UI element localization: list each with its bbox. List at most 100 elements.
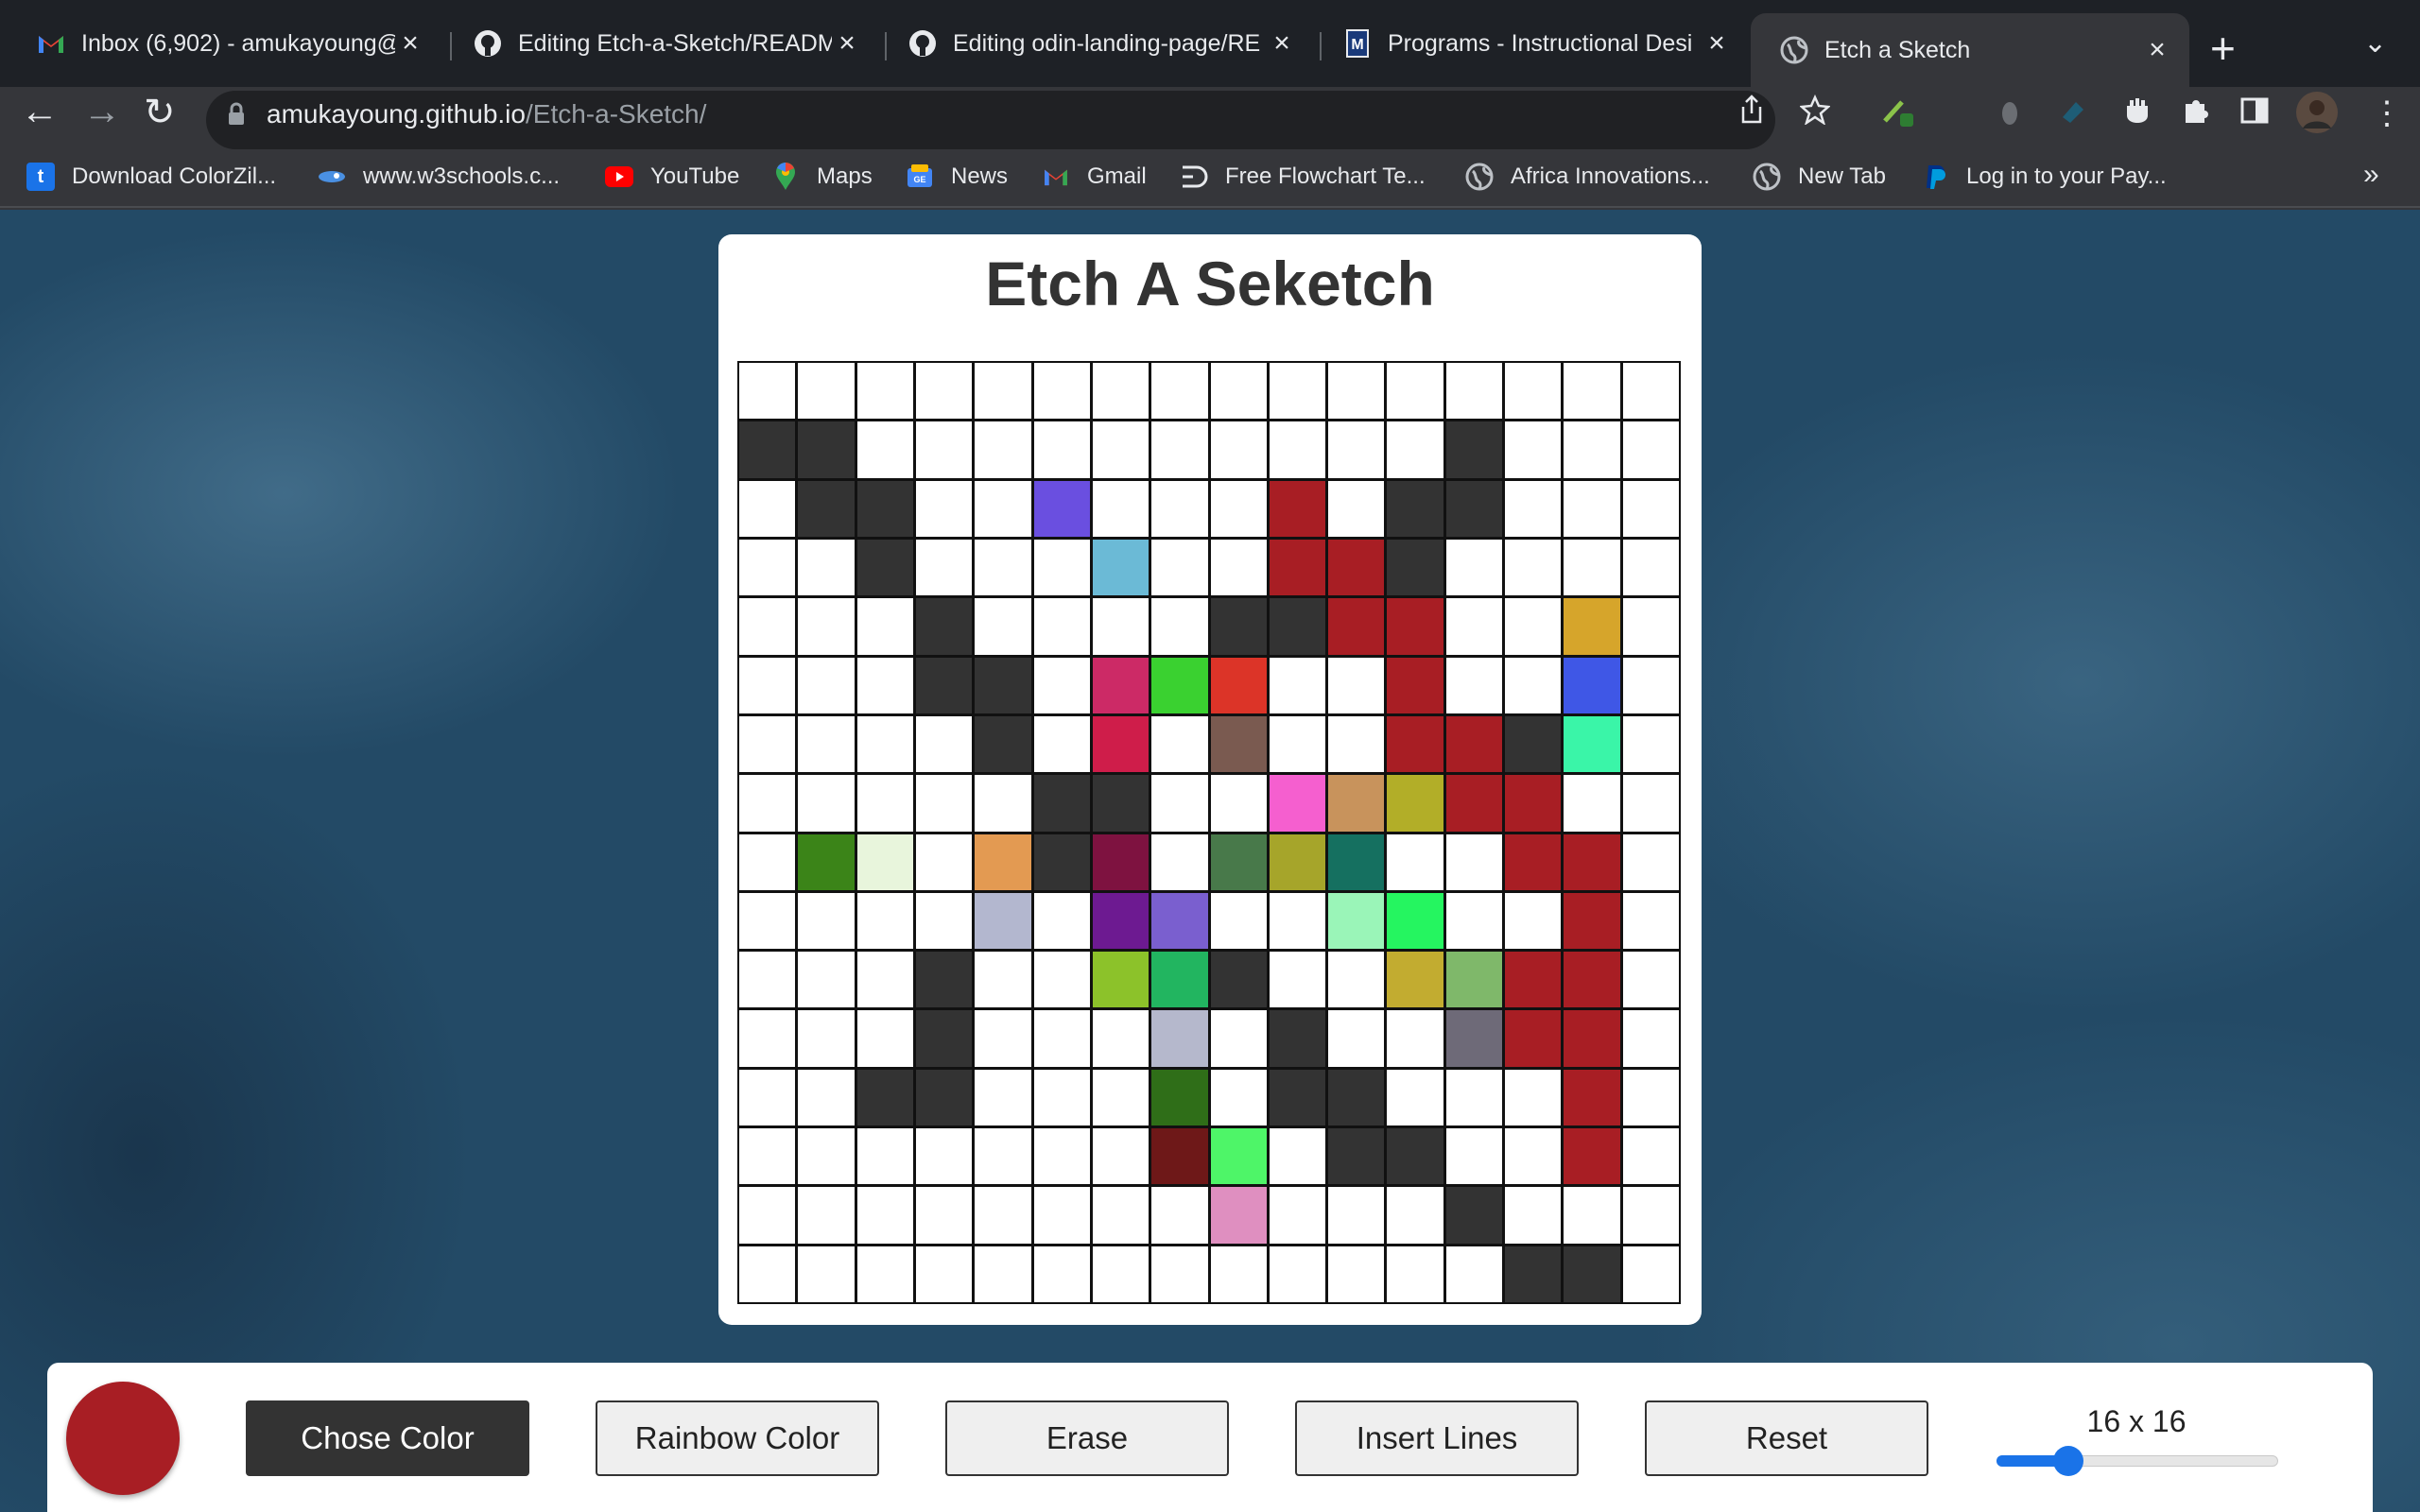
- bookmark-maps[interactable]: Maps: [771, 163, 873, 191]
- tab-github-etch[interactable]: Editing Etch-a-Sketch/READM ×: [444, 13, 879, 74]
- grid-cell[interactable]: [1328, 892, 1385, 950]
- tab-search-chevron-icon[interactable]: ⌄: [2363, 26, 2387, 60]
- grid-cell[interactable]: [798, 775, 855, 832]
- grid-cell[interactable]: [1387, 480, 1443, 537]
- grid-cell[interactable]: [1328, 657, 1385, 713]
- grid-cell[interactable]: [1387, 715, 1443, 773]
- grid-cell[interactable]: [1092, 363, 1150, 420]
- grid-cell[interactable]: [1505, 539, 1562, 596]
- grid-cell[interactable]: [1328, 1246, 1385, 1302]
- kebab-menu-icon[interactable]: ⋮: [2371, 94, 2403, 132]
- bookmark-w3schools[interactable]: www.w3schools.c...: [318, 163, 560, 191]
- grid-cell[interactable]: [1210, 833, 1267, 890]
- grid-cell[interactable]: [1445, 363, 1503, 420]
- grid-cell[interactable]: [1151, 1069, 1208, 1126]
- grid-cell[interactable]: [1210, 1128, 1267, 1185]
- grid-cell[interactable]: [1328, 775, 1385, 832]
- grid-cell[interactable]: [1269, 1187, 1326, 1244]
- grid-cell[interactable]: [739, 715, 796, 773]
- grid-cell[interactable]: [1033, 363, 1090, 420]
- grid-cell[interactable]: [915, 421, 973, 478]
- grid-cell[interactable]: [1092, 775, 1150, 832]
- grid-cell[interactable]: [1564, 657, 1620, 713]
- tab-programs[interactable]: M Programs - Instructional Desi ×: [1314, 13, 1749, 74]
- grid-cell[interactable]: [1505, 1128, 1562, 1185]
- grid-cell[interactable]: [1387, 421, 1443, 478]
- grid-cell[interactable]: [1445, 657, 1503, 713]
- grid-cell[interactable]: [1622, 539, 1679, 596]
- grid-cell[interactable]: [856, 421, 913, 478]
- grid-cell[interactable]: [1033, 598, 1090, 655]
- close-tab-icon[interactable]: ×: [1702, 27, 1732, 60]
- grid-cell[interactable]: [1328, 833, 1385, 890]
- colorzilla-extension-icon[interactable]: [1881, 94, 1915, 137]
- close-tab-icon[interactable]: ×: [395, 27, 425, 60]
- extension-icon[interactable]: [2059, 96, 2087, 133]
- grid-cell[interactable]: [1445, 775, 1503, 832]
- grid-cell[interactable]: [1151, 1128, 1208, 1185]
- grid-cell[interactable]: [798, 539, 855, 596]
- grid-cell[interactable]: [1505, 1069, 1562, 1126]
- grid-cell[interactable]: [975, 775, 1031, 832]
- grid-cell[interactable]: [915, 715, 973, 773]
- grid-cell[interactable]: [1445, 1128, 1503, 1185]
- grid-cell[interactable]: [1564, 1187, 1620, 1244]
- grid-cell[interactable]: [1622, 833, 1679, 890]
- grid-cell[interactable]: [739, 1246, 796, 1302]
- grid-cell[interactable]: [1269, 1010, 1326, 1067]
- grid-cell[interactable]: [798, 657, 855, 713]
- grid-cell[interactable]: [856, 1010, 913, 1067]
- grid-cell[interactable]: [915, 833, 973, 890]
- close-tab-icon[interactable]: ×: [2142, 34, 2172, 66]
- grid-cell[interactable]: [1151, 598, 1208, 655]
- grid-cell[interactable]: [1328, 1010, 1385, 1067]
- grid-cell[interactable]: [1445, 715, 1503, 773]
- grid-cell[interactable]: [1564, 715, 1620, 773]
- grid-cell[interactable]: [975, 598, 1031, 655]
- grid-cell[interactable]: [1269, 480, 1326, 537]
- grid-cell[interactable]: [1622, 892, 1679, 950]
- grid-cell[interactable]: [856, 480, 913, 537]
- grid-cell[interactable]: [1622, 598, 1679, 655]
- grid-cell[interactable]: [1564, 1128, 1620, 1185]
- grid-cell[interactable]: [1505, 598, 1562, 655]
- grid-cell[interactable]: [1622, 1246, 1679, 1302]
- grid-cell[interactable]: [1387, 657, 1443, 713]
- grid-cell[interactable]: [1505, 421, 1562, 478]
- grid-cell[interactable]: [1269, 1246, 1326, 1302]
- grid-cell[interactable]: [1387, 833, 1443, 890]
- grid-cell[interactable]: [1505, 363, 1562, 420]
- grid-cell[interactable]: [1328, 952, 1385, 1008]
- grid-cell[interactable]: [1033, 1010, 1090, 1067]
- grid-cell[interactable]: [1564, 480, 1620, 537]
- grid-cell[interactable]: [1151, 1010, 1208, 1067]
- grid-cell[interactable]: [1092, 1010, 1150, 1067]
- grid-cell[interactable]: [1092, 1069, 1150, 1126]
- grid-cell[interactable]: [1033, 892, 1090, 950]
- grid-cell[interactable]: [1092, 715, 1150, 773]
- grid-cell[interactable]: [1092, 1128, 1150, 1185]
- forward-icon[interactable]: →: [83, 91, 121, 133]
- grid-cell[interactable]: [1564, 1246, 1620, 1302]
- grid-cell[interactable]: [1151, 1187, 1208, 1244]
- grid-cell[interactable]: [975, 1187, 1031, 1244]
- grid-cell[interactable]: [1445, 1069, 1503, 1126]
- grid-cell[interactable]: [1033, 421, 1090, 478]
- grid-cell[interactable]: [1505, 1010, 1562, 1067]
- extension-icon[interactable]: [2121, 94, 2153, 135]
- grid-cell[interactable]: [1622, 480, 1679, 537]
- grid-cell[interactable]: [739, 421, 796, 478]
- grid-cell[interactable]: [975, 1128, 1031, 1185]
- bookmark-star-icon[interactable]: [1799, 94, 1831, 133]
- grid-cell[interactable]: [1505, 715, 1562, 773]
- new-tab-button[interactable]: +: [2210, 23, 2236, 74]
- grid-cell[interactable]: [856, 657, 913, 713]
- grid-cell[interactable]: [1445, 952, 1503, 1008]
- grid-cell[interactable]: [739, 1187, 796, 1244]
- grid-cell[interactable]: [1387, 1069, 1443, 1126]
- grid-cell[interactable]: [739, 480, 796, 537]
- grid-cell[interactable]: [1505, 1187, 1562, 1244]
- grid-cell[interactable]: [915, 1128, 973, 1185]
- grid-cell[interactable]: [1269, 539, 1326, 596]
- grid-cell[interactable]: [739, 892, 796, 950]
